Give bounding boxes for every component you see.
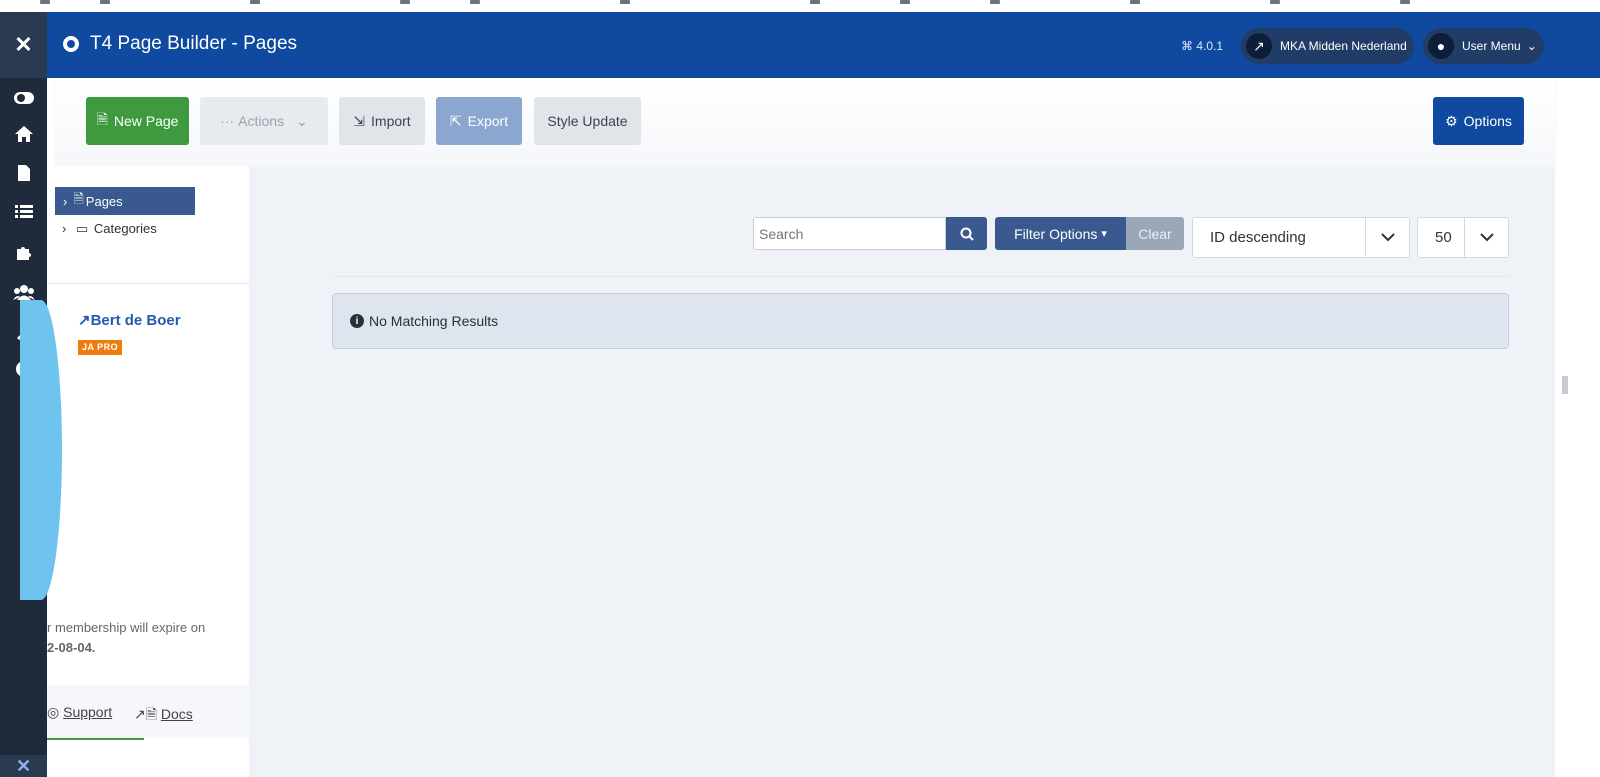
file-icon: 🗎 [73, 191, 84, 206]
folder-icon: ▭ [75, 221, 89, 236]
search-icon [960, 227, 974, 241]
membership-line-2: 2-08-04. [47, 640, 96, 655]
search-input[interactable] [753, 217, 946, 250]
joomla-logo-icon[interactable]: ✕ [0, 12, 47, 78]
limit-value: 50 [1435, 229, 1452, 246]
chevron-down-icon: ▾ [1101, 228, 1107, 240]
new-page-label: New Page [113, 113, 179, 129]
chevron-down-icon: ⌄ [1526, 39, 1537, 53]
filter-divider [332, 276, 1509, 277]
style-update-button[interactable]: Style Update [534, 97, 641, 145]
user-menu-label: User Menu [1462, 39, 1521, 53]
chevron-down-icon [1464, 218, 1508, 257]
site-link-label: MKA Midden Nederland [1280, 39, 1407, 53]
membership-line-1: r membership will expire on [47, 620, 206, 635]
membership-expiry-text: r membership will expire on 2-08-04. [47, 618, 205, 658]
user-menu-button[interactable]: ● User Menu ⌄ [1423, 28, 1544, 64]
panel-divider [47, 283, 249, 284]
import-label: Import [371, 113, 411, 129]
support-label: Support [63, 704, 113, 720]
tree-item-categories[interactable]: › ▭ Categories [62, 221, 157, 237]
search-button[interactable] [946, 217, 987, 250]
sort-value: ID descending [1210, 229, 1306, 246]
tree-item-label: Pages [85, 193, 123, 209]
tree-item-label: Categories [93, 221, 157, 236]
site-link-button[interactable]: ↗ MKA Midden Nederland [1241, 28, 1414, 64]
sort-select[interactable]: ID descending [1192, 217, 1410, 258]
joomla-footer-logo-icon: ✕ [0, 755, 47, 777]
export-label: Export [467, 113, 509, 129]
chevron-right-icon: › [63, 193, 68, 209]
filter-options-label: Filter Options [1014, 225, 1098, 242]
browser-top-strip [0, 0, 1600, 12]
membership-badge: JA PRO [78, 340, 123, 355]
clear-button[interactable]: Clear [1126, 217, 1184, 250]
version-label: ⌘ 4.0.1 [1181, 39, 1224, 53]
support-link[interactable]: ◎ Support [47, 704, 112, 721]
import-icon: ⇲ [353, 112, 366, 129]
options-button[interactable]: ⚙ Options [1433, 97, 1524, 145]
chevron-right-icon: › [62, 221, 67, 236]
version-number: 4.0.1 [1196, 39, 1224, 53]
chevron-down-icon [1365, 218, 1409, 257]
export-button[interactable]: ⇱ Export [436, 97, 522, 145]
file-plus-icon: 🗎 [96, 111, 108, 127]
tree-item-pages[interactable]: › 🗎 Pages [55, 187, 195, 215]
options-label: Options [1463, 113, 1512, 129]
info-icon: i [350, 314, 364, 328]
home-icon[interactable] [0, 118, 47, 150]
no-results-message: No Matching Results [369, 313, 499, 329]
decorative-blue-shape [20, 300, 62, 600]
menus-list-icon[interactable] [0, 196, 47, 228]
gear-icon: ⚙ [1445, 112, 1458, 129]
profile-name-link[interactable]: ↗Bert de Boer [78, 311, 181, 329]
filter-options-button[interactable]: Filter Options ▾ [995, 217, 1126, 250]
page-title: T4 Page Builder - Pages [90, 33, 298, 54]
toggle-menu-icon[interactable] [0, 82, 47, 114]
components-puzzle-icon[interactable] [0, 236, 47, 268]
support-icon: ◎ [47, 704, 60, 720]
ellipsis-icon: ··· [220, 113, 235, 129]
progress-accent-line [47, 738, 144, 740]
limit-select[interactable]: 50 [1417, 217, 1509, 258]
profile-name: Bert de Boer [90, 312, 181, 329]
content-file-icon[interactable] [0, 157, 47, 189]
no-results-alert: i No Matching Results [332, 293, 1509, 349]
external-docs-icon: ↗🗎 [134, 706, 157, 722]
new-page-button[interactable]: 🗎 New Page [86, 97, 189, 145]
actions-label: Actions [238, 113, 285, 129]
import-button[interactable]: ⇲ Import [339, 97, 425, 145]
export-icon: ⇱ [449, 112, 462, 129]
docs-label: Docs [160, 706, 193, 722]
external-link-icon: ↗ [1246, 33, 1272, 59]
scrollbar-thumb[interactable] [1562, 376, 1568, 394]
style-update-label: Style Update [547, 113, 628, 129]
chevron-down-icon: ⌄ [296, 112, 308, 129]
actions-dropdown-button[interactable]: ··· Actions ⌄ [200, 97, 328, 145]
page-builder-icon [63, 36, 79, 52]
docs-link[interactable]: ↗🗎 Docs [134, 704, 193, 728]
external-link-icon: ↗ [78, 312, 91, 329]
user-avatar-icon: ● [1428, 33, 1454, 59]
